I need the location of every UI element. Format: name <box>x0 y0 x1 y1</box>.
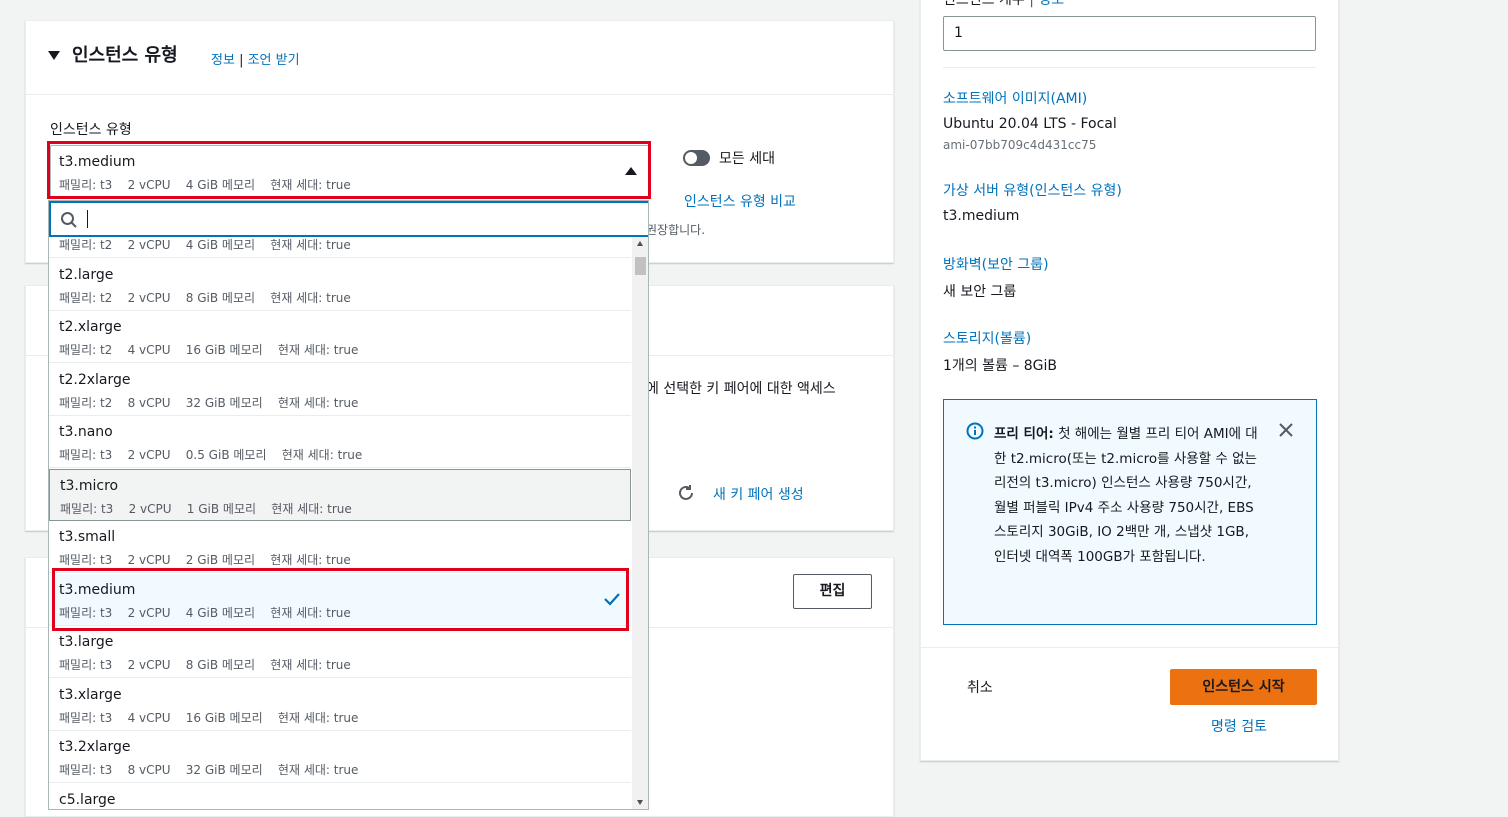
highlight-selected-option <box>52 568 629 631</box>
server-type-value: t3.medium <box>943 208 1020 224</box>
instance-option[interactable]: t3.small 패밀리: t3 2 vCPU 2 GiB 메모리 현재 세대: … <box>49 521 631 573</box>
refresh-icon[interactable] <box>676 483 696 503</box>
scroll-up-icon[interactable] <box>637 241 643 246</box>
instance-option-details: 패밀리: t3 2 vCPU 1 GiB 메모리 현재 세대: true <box>60 501 352 516</box>
instance-option-details: 패밀리: t3 4 vCPU 16 GiB 메모리 현재 세대: true <box>59 710 359 725</box>
dropdown-scrollbar[interactable] <box>632 237 648 809</box>
storage-link[interactable]: 스토리지(볼륨) <box>943 328 1031 348</box>
free-tier-body: 첫 해에는 월별 프리 티어 AMI에 대한 t2.micro(또는 t2.mi… <box>994 426 1258 565</box>
instance-option-details: 패밀리: t3 2 vCPU 2 GiB 메모리 현재 세대: true <box>59 553 351 567</box>
close-icon[interactable] <box>1278 422 1294 438</box>
compare-instance-types-link[interactable]: 인스턴스 유형 비교 <box>684 191 796 211</box>
collapse-caret-icon[interactable] <box>48 51 60 60</box>
scroll-thumb[interactable] <box>635 257 646 275</box>
instance-option[interactable]: t2.large 패밀리: t2 2 vCPU 8 GiB 메모리 현재 세대: … <box>49 259 631 311</box>
ami-id: ami-07bb709c4d431cc75 <box>943 138 1097 152</box>
instance-type-header: 인스턴스 유형 정보 | 조언 받기 <box>26 21 893 95</box>
free-tier-text: 프리 티어: 첫 해에는 월별 프리 티어 AMI에 대한 t2.micro(또… <box>994 422 1262 569</box>
instance-option[interactable]: 패밀리: t2 2 vCPU 4 GiB 메모리 현재 세대: true <box>49 206 631 258</box>
storage-value: 1개의 볼륨 – 8GiB <box>943 358 1058 374</box>
create-keypair-link[interactable]: 새 키 페어 생성 <box>713 484 804 504</box>
count-info-link[interactable]: 정보 <box>1038 0 1064 8</box>
highlight-selected-field <box>47 141 651 199</box>
instance-type-dropdown: 패밀리: t2 2 vCPU 4 GiB 메모리 현재 세대: true t2.l… <box>48 200 649 810</box>
instance-option-name: c5.large <box>59 791 116 808</box>
hint-text: 권장합니다. <box>646 223 706 237</box>
instance-option-name: t2.large <box>59 266 114 283</box>
instance-option-details: 패밀리: t2 8 vCPU 32 GiB 메모리 현재 세대: true <box>59 395 359 410</box>
instance-count-input[interactable]: 1 <box>943 16 1316 51</box>
advice-link[interactable]: 조언 받기 <box>248 53 300 68</box>
instance-option-name: t2.2xlarge <box>59 371 131 388</box>
instance-option[interactable]: t3.nano 패밀리: t3 2 vCPU 0.5 GiB 메모리 현재 세대:… <box>49 416 631 468</box>
instance-option-details: 패밀리: t2 4 vCPU 16 GiB 메모리 현재 세대: true <box>59 343 359 357</box>
info-icon <box>966 422 984 440</box>
all-generations-label: 모든 세대 <box>719 151 775 167</box>
all-generations-toggle[interactable] <box>683 150 710 166</box>
summary-divider <box>943 67 1316 68</box>
instance-option-name: t3.2xlarge <box>59 739 131 755</box>
launch-instance-button[interactable]: 인스턴스 시작 <box>1170 669 1317 705</box>
review-commands-link[interactable]: 명령 검토 <box>1211 716 1267 736</box>
firewall-value: 새 보안 그룹 <box>943 284 1017 300</box>
instance-option-details: 패밀리: t3 2 vCPU 0.5 GiB 메모리 현재 세대: true <box>59 448 363 462</box>
cancel-button[interactable]: 취소 <box>967 677 993 697</box>
instance-option-name: t3.small <box>59 529 116 545</box>
free-tier-alert: 프리 티어: 첫 해에는 월별 프리 티어 AMI에 대한 t2.micro(또… <box>943 399 1317 625</box>
instance-option[interactable]: t2.xlarge 패밀리: t2 4 vCPU 16 GiB 메모리 현재 세대… <box>49 311 631 363</box>
footer-divider <box>921 647 1338 648</box>
link-separator: | <box>239 53 244 68</box>
summary-panel: 인스턴스 개수 | 정보 1 소프트웨어 이미지(AMI) Ubuntu 20.… <box>920 0 1339 761</box>
instance-option[interactable]: c5.large <box>49 784 631 810</box>
instance-option[interactable]: t3.2xlarge 패밀리: t3 8 vCPU 32 GiB 메모리 현재 세… <box>49 731 631 783</box>
section-title: 인스턴스 유형 <box>72 45 178 66</box>
instance-option[interactable]: t3.micro 패밀리: t3 2 vCPU 1 GiB 메모리 현재 세대: … <box>49 468 631 521</box>
free-tier-title: 프리 티어: <box>994 426 1054 442</box>
scroll-down-icon[interactable] <box>637 800 643 805</box>
ami-link[interactable]: 소프트웨어 이미지(AMI) <box>943 88 1087 108</box>
server-type-link[interactable]: 가상 서버 유형(인스턴스 유형) <box>943 180 1122 200</box>
ami-name: Ubuntu 20.04 LTS - Focal <box>943 116 1117 132</box>
count-separator: | <box>1029 0 1034 8</box>
firewall-link[interactable]: 방화벽(보안 그룹) <box>943 254 1049 274</box>
instance-option-details: 패밀리: t2 2 vCPU 4 GiB 메모리 현재 세대: true <box>59 238 351 252</box>
instance-option[interactable]: t3.xlarge 패밀리: t3 4 vCPU 16 GiB 메모리 현재 세대… <box>49 679 631 731</box>
instance-option-name: t3.xlarge <box>59 686 122 703</box>
info-link[interactable]: 정보 <box>211 53 235 68</box>
instance-option-name: t3.micro <box>60 477 119 494</box>
instance-option-name: t3.nano <box>59 424 113 440</box>
instance-option-name: t2.xlarge <box>59 319 122 335</box>
instance-type-field-label: 인스턴스 유형 <box>50 122 132 138</box>
instance-count-label: 인스턴스 개수 <box>943 0 1025 8</box>
instance-option-details: 패밀리: t3 2 vCPU 8 GiB 메모리 현재 세대: true <box>59 658 351 672</box>
edit-button[interactable]: 편집 <box>793 574 872 609</box>
instance-option[interactable]: t2.2xlarge 패밀리: t2 8 vCPU 32 GiB 메모리 현재 세… <box>49 364 631 416</box>
instance-option-details: 패밀리: t3 8 vCPU 32 GiB 메모리 현재 세대: true <box>59 763 359 777</box>
instance-option-name: t3.large <box>59 634 114 650</box>
instance-option-details: 패밀리: t2 2 vCPU 8 GiB 메모리 현재 세대: true <box>59 290 351 305</box>
keypair-description: 에 선택한 키 페어에 대한 액세스 <box>646 381 836 397</box>
instance-option[interactable]: t3.large 패밀리: t3 2 vCPU 8 GiB 메모리 현재 세대: … <box>49 626 631 678</box>
